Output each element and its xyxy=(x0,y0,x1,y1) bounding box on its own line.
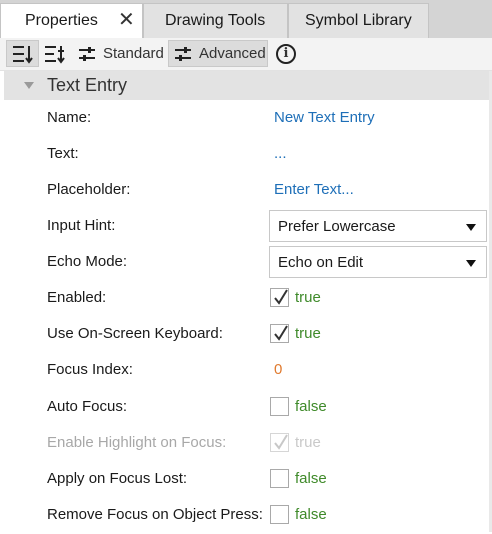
enabled-value: true xyxy=(295,289,321,306)
collapse-caret-icon[interactable] xyxy=(24,82,34,89)
property-row-echo-mode: Echo Mode: Echo on Edit xyxy=(0,245,492,281)
checkmark-icon xyxy=(274,434,288,450)
section-text-entry[interactable]: Text Entry xyxy=(4,71,492,100)
property-row-remove-focus: Remove Focus on Object Press: false xyxy=(0,498,492,534)
property-label: Name: xyxy=(47,109,92,126)
sort-by-category-button[interactable] xyxy=(6,40,39,67)
property-label: Placeholder: xyxy=(47,181,131,198)
property-row-enabled: Enabled: true xyxy=(0,281,492,317)
property-row-focus-index: Focus Index: 0 xyxy=(0,353,492,389)
close-icon[interactable]: ✕ xyxy=(118,10,135,30)
echo-mode-dropdown[interactable]: Echo on Edit xyxy=(269,246,487,278)
property-row-enable-highlight: Enable Highlight on Focus: true xyxy=(0,426,492,462)
property-label: Echo Mode: xyxy=(47,253,128,270)
sort-category-icon xyxy=(12,45,33,64)
tab-properties-label: Properties xyxy=(25,12,98,29)
property-row-onscreen-keyboard: Use On-Screen Keyboard: true xyxy=(0,317,492,353)
property-row-auto-focus: Auto Focus: false xyxy=(0,390,492,426)
input-hint-selected: Prefer Lowercase xyxy=(278,218,396,235)
sliders-icon xyxy=(175,46,191,61)
apply-focus-lost-checkbox[interactable] xyxy=(270,469,289,488)
text-value[interactable]: ... xyxy=(274,145,287,162)
property-label: Apply on Focus Lost: xyxy=(47,470,188,487)
advanced-label: Advanced xyxy=(199,45,266,62)
standard-label: Standard xyxy=(103,45,164,62)
tab-properties[interactable]: Properties ✕ xyxy=(0,3,143,38)
checkmark-icon xyxy=(274,289,288,305)
property-label: Enabled: xyxy=(47,289,107,306)
auto-focus-checkbox[interactable] xyxy=(270,397,289,416)
sort-alphabetical-button[interactable] xyxy=(40,40,70,67)
input-hint-dropdown[interactable]: Prefer Lowercase xyxy=(269,210,487,242)
focus-index-value[interactable]: 0 xyxy=(274,361,282,378)
auto-focus-value: false xyxy=(295,398,327,415)
standard-view-button[interactable]: Standard xyxy=(73,40,167,67)
onscreen-keyboard-checkbox[interactable] xyxy=(270,324,289,343)
enable-highlight-checkbox xyxy=(270,433,289,452)
tab-drawing-tools[interactable]: Drawing Tools xyxy=(143,3,288,38)
sliders-icon xyxy=(79,46,95,61)
advanced-view-button[interactable]: Advanced xyxy=(168,40,268,67)
onscreen-keyboard-value: true xyxy=(295,325,321,342)
remove-focus-value: false xyxy=(295,506,327,523)
properties-toolbar: Standard Advanced i xyxy=(0,38,492,71)
tab-symbol-library-label: Symbol Library xyxy=(305,12,412,29)
sort-alpha-icon xyxy=(45,45,65,64)
info-button[interactable]: i xyxy=(274,40,298,67)
placeholder-value[interactable]: Enter Text... xyxy=(274,181,354,198)
echo-mode-selected: Echo on Edit xyxy=(278,254,364,271)
property-label: Use On-Screen Keyboard: xyxy=(47,325,223,342)
tab-symbol-library[interactable]: Symbol Library xyxy=(288,3,429,38)
property-label: Text: xyxy=(47,145,79,162)
property-label: Focus Index: xyxy=(47,361,133,378)
property-label: Remove Focus on Object Press: xyxy=(47,506,263,523)
dropdown-arrow-icon xyxy=(466,260,476,267)
apply-focus-lost-value: false xyxy=(295,470,327,487)
section-title: Text Entry xyxy=(47,75,128,95)
property-row-apply-focus-lost: Apply on Focus Lost: false xyxy=(0,462,492,498)
dropdown-arrow-icon xyxy=(466,224,476,231)
property-row-name: Name: New Text Entry xyxy=(0,101,492,137)
property-label: Enable Highlight on Focus: xyxy=(47,434,227,451)
checkmark-icon xyxy=(274,325,288,341)
enabled-checkbox[interactable] xyxy=(270,288,289,307)
property-row-text: Text: ... xyxy=(0,137,492,173)
info-icon: i xyxy=(276,43,296,64)
property-label: Auto Focus: xyxy=(47,398,128,415)
property-row-placeholder: Placeholder: Enter Text... xyxy=(0,173,492,209)
remove-focus-checkbox[interactable] xyxy=(270,505,289,524)
tab-drawing-tools-label: Drawing Tools xyxy=(165,12,266,29)
name-value[interactable]: New Text Entry xyxy=(274,109,375,126)
enable-highlight-value: true xyxy=(295,434,321,451)
property-label: Input Hint: xyxy=(47,217,116,234)
tab-bar: Properties ✕ Drawing Tools Symbol Librar… xyxy=(0,0,492,38)
property-row-input-hint: Input Hint: Prefer Lowercase xyxy=(0,209,492,245)
